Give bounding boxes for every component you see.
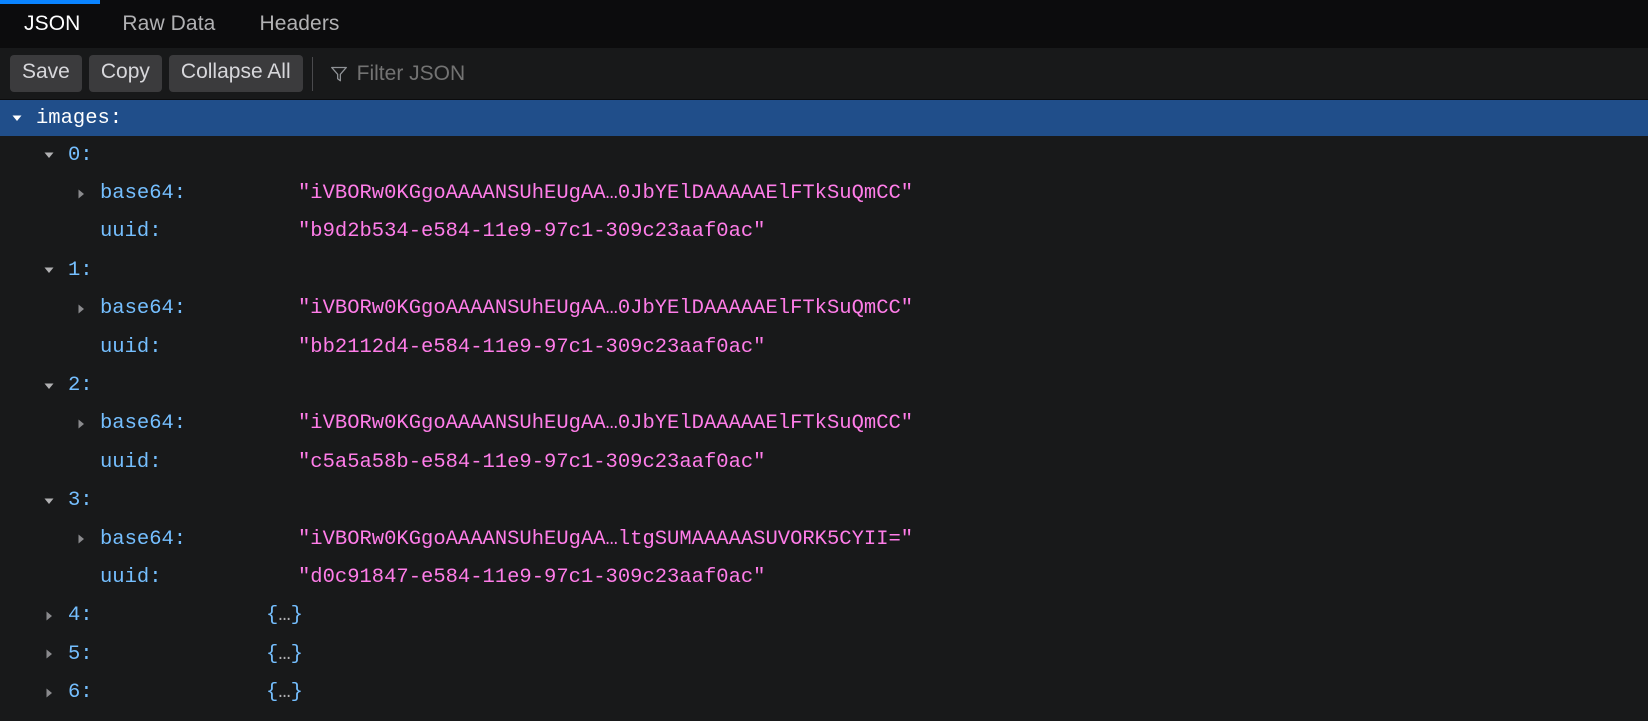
tree-row-images[interactable]: images: — [0, 100, 1648, 136]
tree-index-label: 4: — [68, 604, 93, 627]
tree-field-value: "iVBORw0KGgoAAAANSUhEUgAA…0JbYElDAAAAAEl… — [298, 412, 913, 435]
save-button[interactable]: Save — [10, 55, 82, 91]
tree-row-index[interactable]: 1: — [0, 251, 1648, 289]
tree-index-label: 2: — [68, 374, 93, 397]
chevron-down-icon[interactable] — [38, 149, 60, 161]
chevron-right-icon[interactable] — [38, 610, 60, 622]
tree-field-value: "iVBORw0KGgoAAAANSUhEUgAA…0JbYElDAAAAAEl… — [298, 297, 913, 320]
chevron-right-icon[interactable] — [70, 418, 92, 430]
tree-field-value: "iVBORw0KGgoAAAANSUhEUgAA…0JbYElDAAAAAEl… — [298, 182, 913, 205]
filter-json-container[interactable] — [317, 48, 1648, 99]
tree-row-field[interactable]: base64: "iVBORw0KGgoAAAANSUhEUgAA…0JbYElD… — [0, 290, 1648, 328]
tab-json-label: JSON — [24, 12, 80, 36]
chevron-right-icon[interactable] — [70, 533, 92, 545]
tree-row-field[interactable]: uuid: "c5a5a58b-e584-11e9-97c1-309c23aaf0… — [0, 443, 1648, 481]
chevron-down-icon[interactable] — [38, 495, 60, 507]
tab-headers-label: Headers — [259, 12, 339, 36]
tree-collapsed-object: {…} — [266, 604, 303, 627]
tab-headers[interactable]: Headers — [237, 0, 361, 47]
tree-row-index[interactable]: 2: — [0, 366, 1648, 404]
tree-index-label: 1: — [68, 259, 93, 282]
tree-field-key: base64: — [100, 182, 186, 205]
copy-button[interactable]: Copy — [89, 55, 162, 91]
tree-index-label: 6: — [68, 681, 93, 704]
chevron-right-icon[interactable] — [70, 303, 92, 315]
tree-field-key: uuid: — [100, 336, 162, 359]
tree-collapsed-object: {…} — [266, 643, 303, 666]
funnel-icon — [330, 65, 348, 83]
tree-row-field[interactable]: base64: "iVBORw0KGgoAAAANSUhEUgAA…0JbYElD… — [0, 174, 1648, 212]
tree-row-field[interactable]: base64: "iVBORw0KGgoAAAANSUhEUgAA…ltgSUMA… — [0, 520, 1648, 558]
tree-field-value: "c5a5a58b-e584-11e9-97c1-309c23aaf0ac" — [298, 451, 765, 474]
devtools-tabbar: JSON Raw Data Headers — [0, 0, 1648, 48]
chevron-right-icon[interactable] — [70, 188, 92, 200]
json-tree-panel[interactable]: images: 0: base64: "iVBORw0KGgoAAAANSUhEUg… — [0, 100, 1648, 721]
tree-index-label: 5: — [68, 643, 93, 666]
tree-row-field[interactable]: base64: "iVBORw0KGgoAAAANSUhEUgAA…0JbYElD… — [0, 405, 1648, 443]
tree-index-label: 0: — [68, 144, 93, 167]
tree-field-key: uuid: — [100, 566, 162, 589]
tree-row-index[interactable]: 3: — [0, 482, 1648, 520]
collapse-all-button[interactable]: Collapse All — [169, 55, 303, 91]
tree-row-index[interactable]: 4: {…} — [0, 597, 1648, 635]
json-toolbar: Save Copy Collapse All — [0, 48, 1648, 100]
tree-field-value: "bb2112d4-e584-11e9-97c1-309c23aaf0ac" — [298, 336, 765, 359]
tree-field-value: "iVBORw0KGgoAAAANSUhEUgAA…ltgSUMAAAAASUV… — [298, 528, 913, 551]
tree-collapsed-object: {…} — [266, 681, 303, 704]
tree-children: 0: base64: "iVBORw0KGgoAAAANSUhEUgAA…0JbYE… — [0, 136, 1648, 712]
tab-raw-data-label: Raw Data — [122, 12, 215, 36]
chevron-down-icon[interactable] — [6, 112, 28, 124]
tree-row-index[interactable]: 6: {…} — [0, 673, 1648, 711]
tree-row-field[interactable]: uuid: "d0c91847-e584-11e9-97c1-309c23aaf0… — [0, 558, 1648, 596]
tree-key-images: images: — [36, 107, 122, 130]
chevron-right-icon[interactable] — [38, 687, 60, 699]
chevron-right-icon[interactable] — [38, 648, 60, 660]
tree-field-key: uuid: — [100, 451, 162, 474]
chevron-down-icon[interactable] — [38, 380, 60, 392]
toolbar-separator — [312, 57, 313, 91]
tree-row-field[interactable]: uuid: "bb2112d4-e584-11e9-97c1-309c23aaf0… — [0, 328, 1648, 366]
tree-field-value: "d0c91847-e584-11e9-97c1-309c23aaf0ac" — [298, 566, 765, 589]
tree-row-index[interactable]: 5: {…} — [0, 635, 1648, 673]
tree-field-key: base64: — [100, 297, 186, 320]
tree-field-key: base64: — [100, 528, 186, 551]
tree-field-key: uuid: — [100, 220, 162, 243]
tree-index-label: 3: — [68, 489, 93, 512]
tab-json[interactable]: JSON — [0, 0, 100, 47]
chevron-down-icon[interactable] — [38, 264, 60, 276]
tree-field-key: base64: — [100, 412, 186, 435]
tree-field-value: "b9d2b534-e584-11e9-97c1-309c23aaf0ac" — [298, 220, 765, 243]
tab-raw-data[interactable]: Raw Data — [100, 0, 237, 47]
filter-json-input[interactable] — [357, 62, 1544, 86]
tree-row-field[interactable]: uuid: "b9d2b534-e584-11e9-97c1-309c23aaf0… — [0, 213, 1648, 251]
tree-row-index[interactable]: 0: — [0, 136, 1648, 174]
